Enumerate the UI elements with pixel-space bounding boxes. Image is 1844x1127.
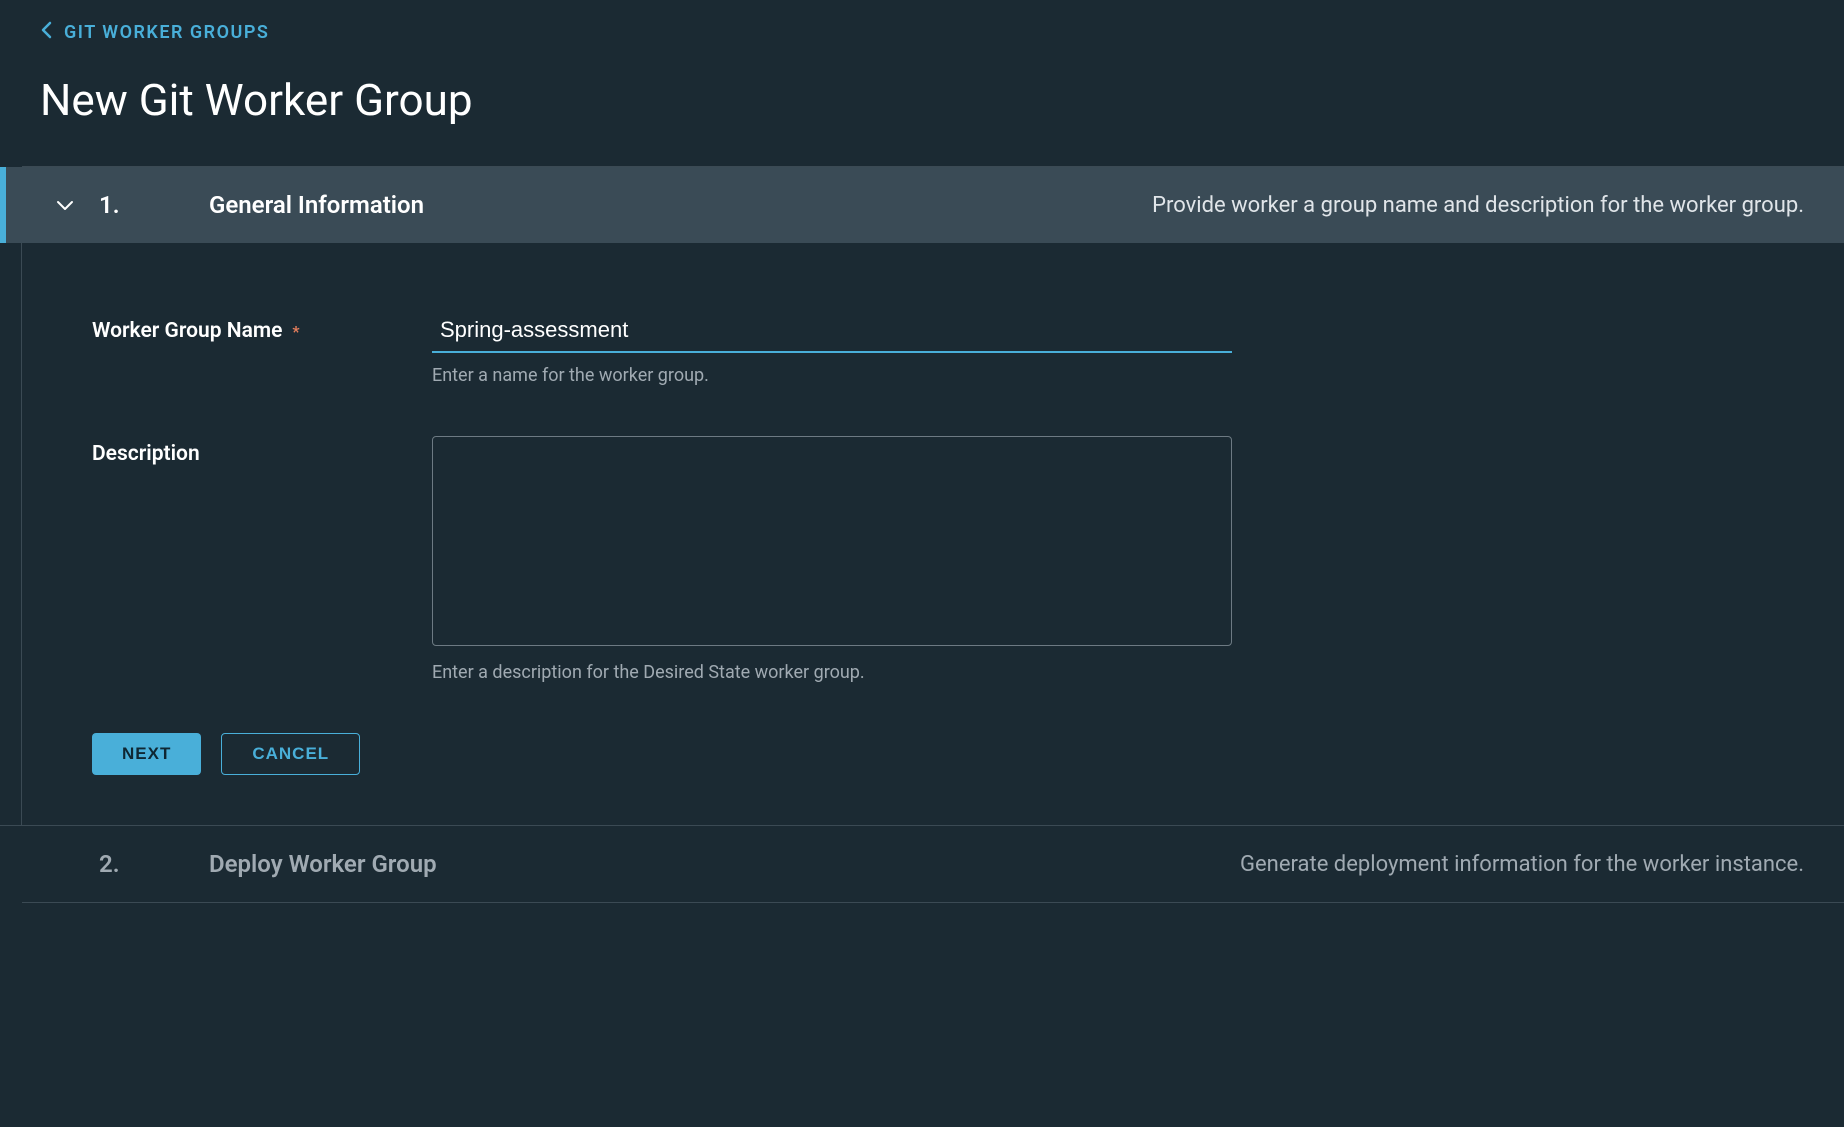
label-text: Description [92,442,200,466]
step-1-description: Provide worker a group name and descript… [689,193,1804,218]
required-asterisk: * [292,322,299,341]
step-2-title: Deploy Worker Group [209,850,689,878]
name-help-text: Enter a name for the worker group. [432,365,1232,386]
step-1-number: 1. [99,191,209,219]
form-row-description: Description Enter a description for the … [92,436,1774,683]
cancel-button[interactable]: CANCEL [221,733,360,775]
name-field-wrapper: Enter a name for the worker group. [432,313,1232,386]
step-1-body: Worker Group Name * Enter a name for the… [21,243,1844,825]
page-title: New Git Worker Group [0,54,1844,166]
worker-group-name-label: Worker Group Name * [92,313,432,343]
step-1-title: General Information [209,191,689,219]
worker-group-name-input[interactable] [432,313,1232,353]
description-label: Description [92,436,432,466]
step-2-header[interactable]: 2. Deploy Worker Group Generate deployme… [0,825,1844,902]
button-row: NEXT CANCEL [92,733,1774,775]
description-help-text: Enter a description for the Desired Stat… [432,662,1232,683]
form-row-name: Worker Group Name * Enter a name for the… [92,313,1774,386]
chevron-down-icon [56,195,74,216]
step-2-number: 2. [99,850,209,878]
step-2-description: Generate deployment information for the … [689,852,1804,877]
breadcrumb: GIT WORKER GROUPS [0,0,1844,54]
next-button[interactable]: NEXT [92,733,201,775]
step-1-header[interactable]: 1. General Information Provide worker a … [0,167,1844,243]
breadcrumb-link[interactable]: GIT WORKER GROUPS [64,22,269,43]
description-field-wrapper: Enter a description for the Desired Stat… [432,436,1232,683]
label-text: Worker Group Name [92,319,282,343]
chevron-left-icon[interactable] [40,20,54,44]
description-textarea[interactable] [432,436,1232,646]
wizard-container: 1. General Information Provide worker a … [22,166,1844,903]
